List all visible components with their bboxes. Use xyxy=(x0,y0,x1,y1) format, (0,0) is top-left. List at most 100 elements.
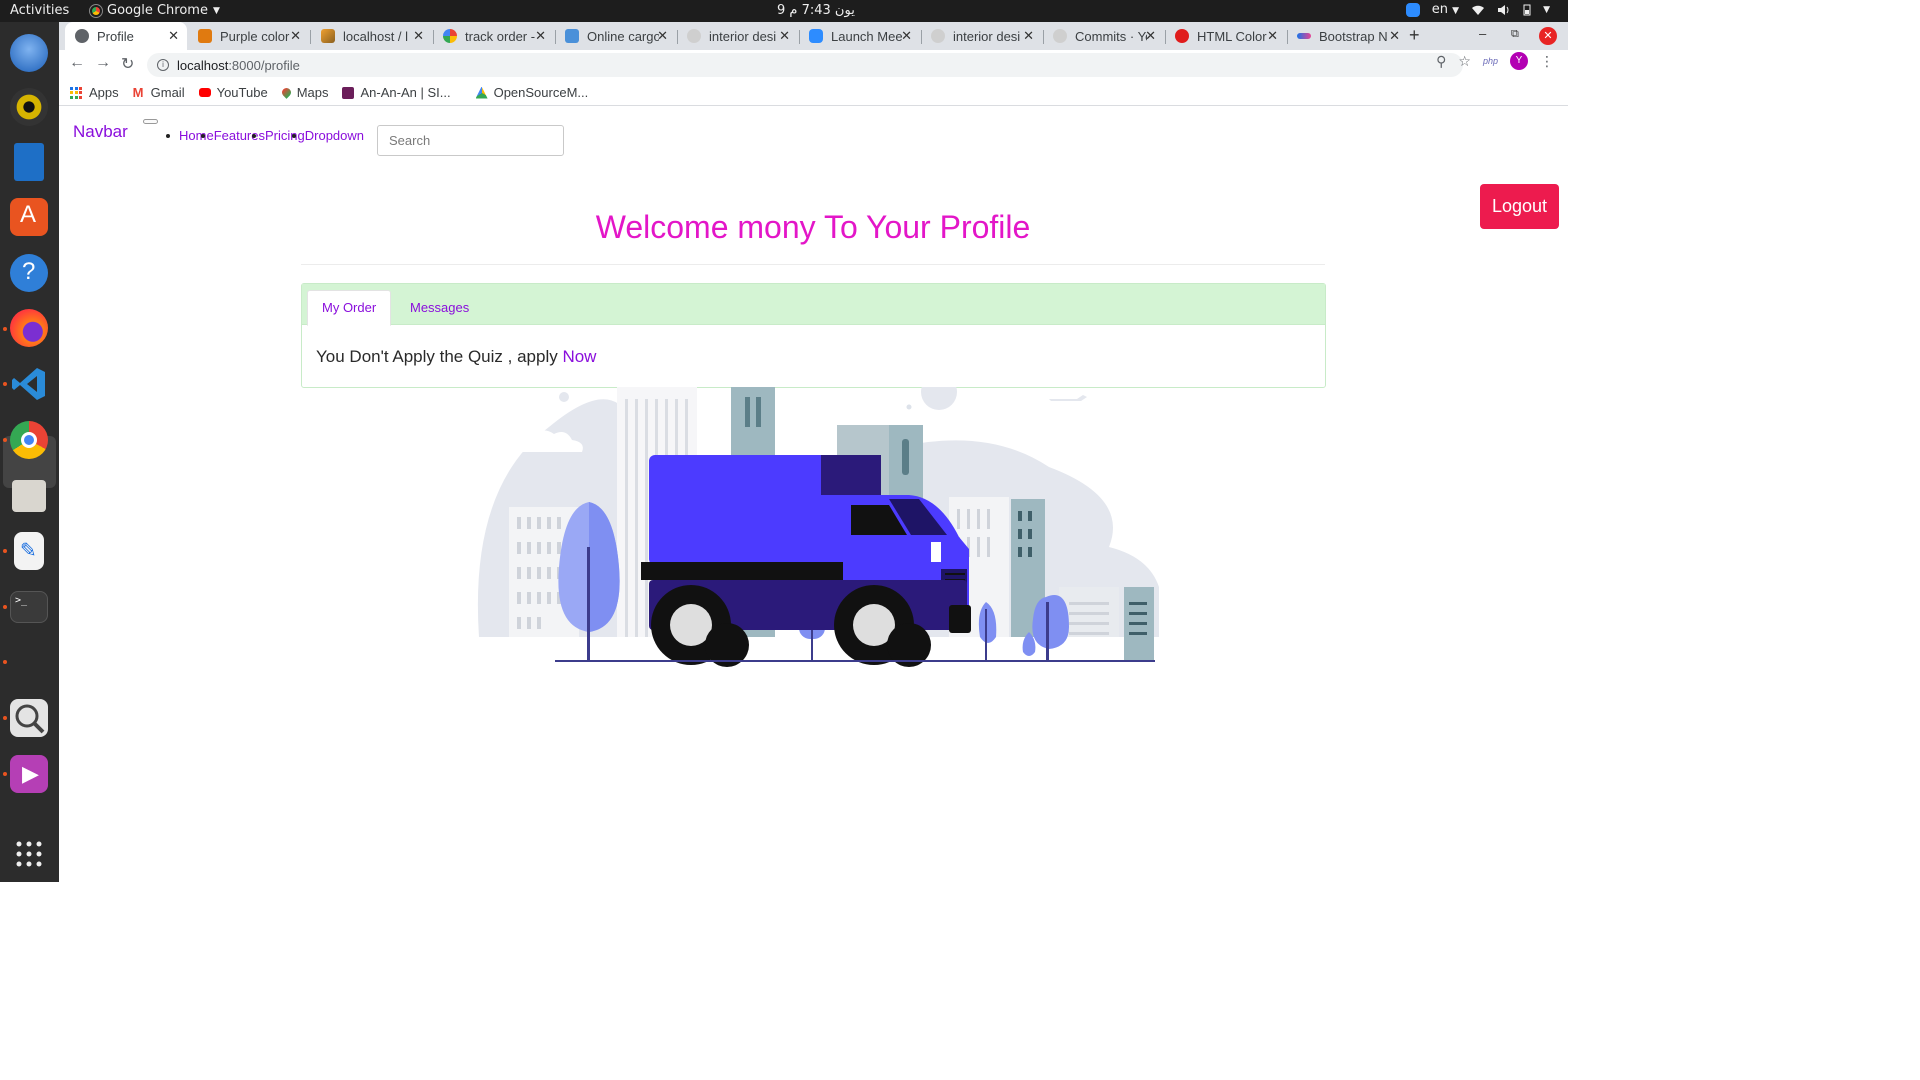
navbar-links: Home Features Pricing Dropdown xyxy=(166,128,364,143)
address-bar[interactable]: i localhost:8000/profile xyxy=(147,53,1463,77)
search-input[interactable] xyxy=(377,125,564,156)
tab-commits[interactable]: Commits · Yo ✕ xyxy=(1043,22,1164,50)
help-icon[interactable]: ? xyxy=(10,254,48,292)
zoom-tray-icon[interactable] xyxy=(1405,2,1420,17)
tab-localhost[interactable]: localhost / l ✕ xyxy=(311,22,432,50)
youtube-icon xyxy=(198,88,211,97)
profile-avatar[interactable]: Y xyxy=(1510,52,1528,70)
github-icon xyxy=(931,29,945,43)
firefox-icon[interactable] xyxy=(10,309,48,347)
new-tab-plus-icon[interactable]: + xyxy=(1409,25,1420,46)
dock-running-indicator xyxy=(3,605,7,609)
close-tab-icon[interactable]: ✕ xyxy=(413,28,424,44)
nav-item-home: Home xyxy=(166,128,214,143)
nav-item-pricing: Pricing xyxy=(252,128,305,143)
nav-link-home[interactable]: Home xyxy=(179,128,214,143)
apply-now-link[interactable]: Now xyxy=(562,347,596,366)
tab-interior-design-2[interactable]: interior desi ✕ xyxy=(921,22,1042,50)
nav-link-features[interactable]: Features xyxy=(214,128,265,143)
close-tab-icon[interactable]: ✕ xyxy=(535,28,546,44)
tab-purple-color[interactable]: Purple color ✕ xyxy=(188,22,309,50)
bookmark-youtube[interactable]: YouTube xyxy=(198,85,268,100)
forward-arrow-icon[interactable]: → xyxy=(95,54,111,72)
libreoffice-writer-icon[interactable] xyxy=(14,143,44,181)
bookmark-an-an-an[interactable]: An-An-An | SI... xyxy=(342,85,451,100)
bookmark-star-icon[interactable]: ☆ xyxy=(1458,53,1471,70)
caret-down-icon: ▼ xyxy=(1452,6,1460,16)
os-top-bar: Activities Google Chrome ▼ 9 يون 7:43 م … xyxy=(0,0,1568,22)
kebab-menu-icon[interactable]: ⋮ xyxy=(1540,53,1554,70)
navbar-brand[interactable]: Navbar xyxy=(73,122,128,142)
close-window-icon[interactable]: ✕ xyxy=(1539,27,1557,45)
minimize-window-icon[interactable]: – xyxy=(1479,26,1486,41)
bootstrap-icon xyxy=(1297,33,1311,39)
zoom-icon xyxy=(809,29,823,43)
bookmark-gmail[interactable]: M Gmail xyxy=(133,85,185,100)
system-tray[interactable]: en ▼ ▼ xyxy=(1405,2,1550,17)
rhythmbox-icon[interactable] xyxy=(10,88,48,126)
screenshot-search-icon[interactable] xyxy=(10,699,48,737)
close-tab-icon[interactable]: ✕ xyxy=(168,28,179,44)
bookmark-apps[interactable]: Apps xyxy=(70,85,119,100)
close-tab-icon[interactable]: ✕ xyxy=(290,28,301,44)
show-apps-grid-icon[interactable] xyxy=(10,835,48,873)
bookmark-maps[interactable]: Maps xyxy=(279,85,328,100)
thunderbird-icon[interactable] xyxy=(10,34,48,72)
language-indicator[interactable]: en ▼ xyxy=(1432,2,1459,17)
tab-messages[interactable]: Messages xyxy=(396,290,483,326)
power-menu-caret-icon[interactable]: ▼ xyxy=(1543,5,1550,15)
tab-html-color[interactable]: HTML Color ✕ xyxy=(1165,22,1286,50)
tabs-header: My Order Messages xyxy=(302,284,1325,326)
s-icon xyxy=(342,86,355,99)
terminal-icon[interactable]: >_ xyxy=(10,591,48,623)
chrome-dock-icon[interactable] xyxy=(10,421,48,459)
v-icon xyxy=(565,29,579,43)
restore-window-icon[interactable]: ⧉ xyxy=(1511,28,1519,41)
dock-running-indicator xyxy=(3,716,7,720)
close-tab-icon[interactable]: ✕ xyxy=(1267,28,1278,44)
nav-link-dropdown[interactable]: Dropdown xyxy=(305,128,364,143)
close-tab-icon[interactable]: ✕ xyxy=(657,28,668,44)
drive-icon xyxy=(475,86,488,99)
text-editor-icon[interactable]: ✎ xyxy=(14,532,44,570)
toolbar-actions: ⚲ ☆ php Y ⋮ xyxy=(1436,52,1554,70)
nav-link-pricing[interactable]: Pricing xyxy=(265,128,305,143)
close-tab-icon[interactable]: ✕ xyxy=(1023,28,1034,44)
navbar-toggler-button[interactable] xyxy=(143,119,158,124)
tab-interior-design-1[interactable]: interior desi ✕ xyxy=(677,22,798,50)
back-arrow-icon[interactable]: ← xyxy=(69,54,85,72)
volume-icon xyxy=(1498,4,1509,15)
r-icon xyxy=(198,29,212,43)
zoom-magnifier-icon[interactable]: ⚲ xyxy=(1436,53,1446,70)
software-center-icon[interactable]: A xyxy=(10,198,48,236)
app-dock: A ? ✎ >_ ▶ xyxy=(0,22,59,882)
dock-running-indicator xyxy=(3,772,7,776)
app-menu-label: Google Chrome xyxy=(107,3,208,18)
google-icon xyxy=(443,29,457,43)
activities-button[interactable]: Activities xyxy=(10,3,69,18)
close-tab-icon[interactable]: ✕ xyxy=(901,28,912,44)
page-viewport: Navbar Home Features Pricing Dropdown Lo… xyxy=(59,107,1568,882)
order-message: You Don't Apply the Quiz , apply xyxy=(316,347,563,366)
close-tab-icon[interactable]: ✕ xyxy=(1389,28,1400,44)
clock[interactable]: 9 يون 7:43 م xyxy=(777,3,855,18)
dock-running-indicator xyxy=(3,660,7,664)
tab-launch-meeting[interactable]: Launch Mee ✕ xyxy=(799,22,920,50)
php-extension-icon[interactable]: php xyxy=(1483,56,1498,66)
reload-icon[interactable]: ↻ xyxy=(121,54,134,74)
caret-down-icon: ▼ xyxy=(212,5,220,16)
tab-bootstrap[interactable]: Bootstrap N ✕ xyxy=(1287,22,1408,50)
close-tab-icon[interactable]: ✕ xyxy=(779,28,790,44)
video-player-icon[interactable]: ▶ xyxy=(10,755,48,793)
tab-profile[interactable]: Profile ✕ xyxy=(65,22,187,50)
bookmark-opensource[interactable]: OpenSourceM... xyxy=(475,85,588,100)
tab-track-order[interactable]: track order - ✕ xyxy=(433,22,554,50)
logout-button[interactable]: Logout xyxy=(1480,184,1559,229)
tab-online-cargo[interactable]: Online cargo ✕ xyxy=(555,22,676,50)
vscode-icon[interactable] xyxy=(10,365,48,403)
files-icon[interactable] xyxy=(12,480,46,512)
tab-my-order[interactable]: My Order xyxy=(307,290,392,326)
site-info-icon[interactable]: i xyxy=(157,59,169,71)
close-tab-icon[interactable]: ✕ xyxy=(1145,28,1156,44)
app-menu[interactable]: Google Chrome ▼ xyxy=(89,3,220,18)
